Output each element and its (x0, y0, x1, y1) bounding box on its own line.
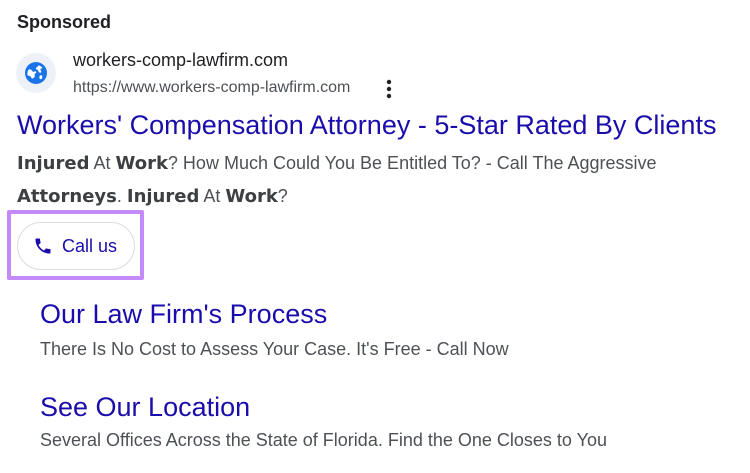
phone-icon (33, 236, 53, 256)
more-vert-icon (386, 79, 392, 99)
ad-description-line-1: Injured At Work? How Much Could You Be E… (17, 153, 657, 174)
desc-bold-term: Injured (126, 186, 200, 207)
desc-text: ? How Much Could You Be Entitled To? - C… (167, 153, 657, 173)
sitelink-description: Several Offices Across the State of Flor… (40, 430, 607, 450)
display-url[interactable]: https://www.workers-comp-lawfirm.com (73, 79, 350, 97)
desc-text: . (116, 186, 127, 206)
call-us-label: Call us (62, 235, 118, 256)
site-favicon[interactable] (16, 53, 56, 93)
desc-bold-term: Work (115, 153, 168, 174)
sitelink-see-location[interactable]: See Our Location (40, 392, 250, 423)
sponsored-label: Sponsored (17, 12, 112, 32)
sponsored-ad: Sponsored workers-comp-lawfirm.com https… (0, 0, 750, 473)
desc-text: ? (277, 186, 288, 206)
desc-bold-term: Attorneys (17, 186, 117, 207)
desc-text: At (89, 153, 116, 173)
sitelink-description: There Is No Cost to Assess Your Case. It… (40, 339, 509, 359)
ad-headline-link[interactable]: Workers' Compensation Attorney - 5-Star … (17, 110, 716, 141)
desc-bold-term: Injured (17, 153, 90, 174)
more-options-button[interactable] (378, 76, 400, 102)
sitelink-law-firm-process[interactable]: Our Law Firm's Process (40, 299, 327, 330)
desc-bold-term: Work (225, 186, 278, 207)
site-name[interactable]: workers-comp-lawfirm.com (73, 50, 288, 71)
call-us-button[interactable]: Call us (17, 222, 135, 270)
ad-description-line-2: Attorneys. Injured At Work? (17, 186, 288, 207)
desc-text: At (199, 186, 226, 206)
globe-icon (25, 62, 47, 84)
